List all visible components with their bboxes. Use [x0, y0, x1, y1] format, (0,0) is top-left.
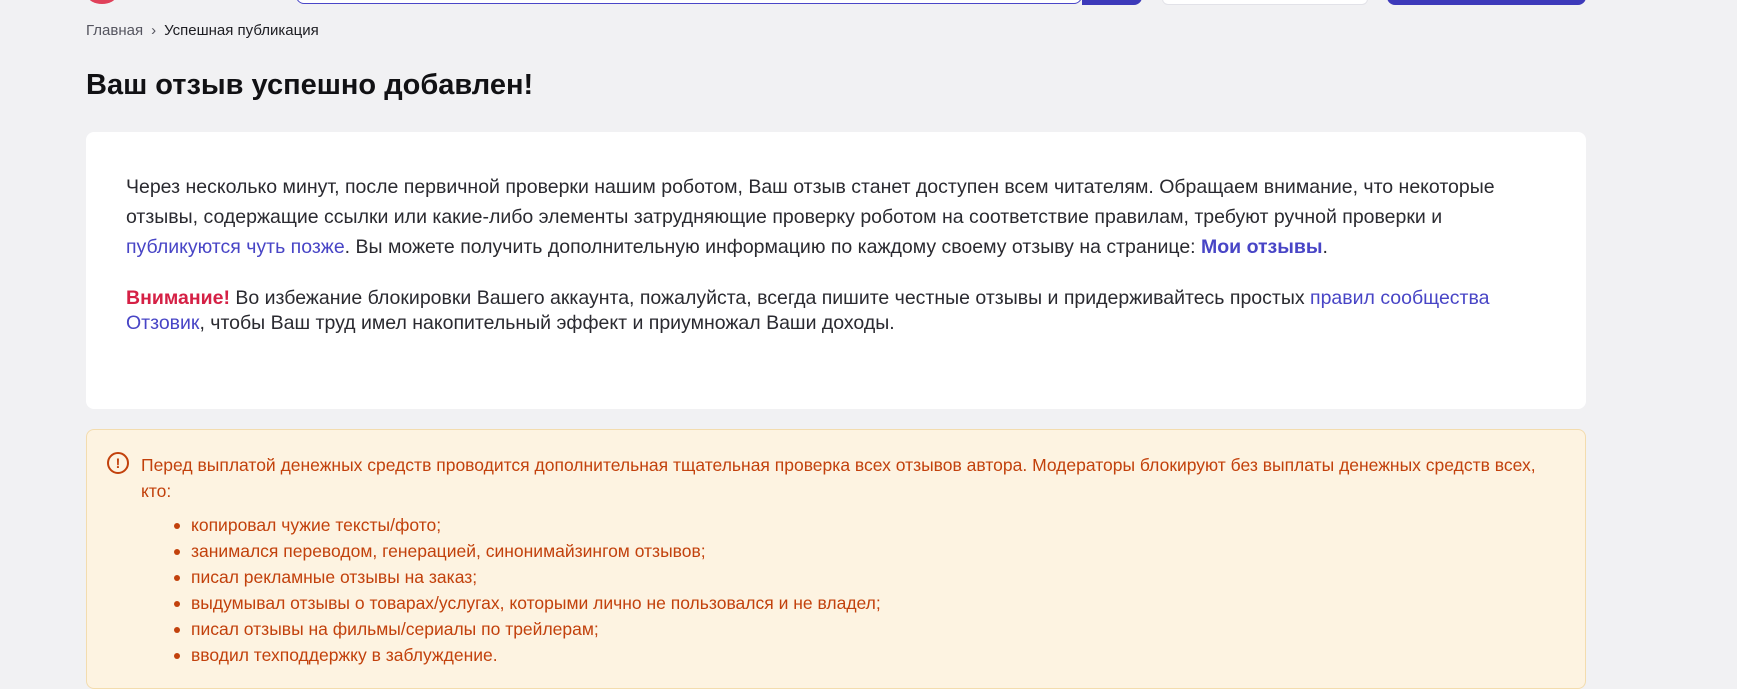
list-item: копировал чужие тексты/фото; — [174, 512, 881, 538]
list-item: писал отзывы на фильмы/сериалы по трейле… — [174, 616, 881, 642]
list-item: вводил техподдержку в заблуждение. — [174, 642, 881, 668]
breadcrumb: Главная › Успешная публикация — [86, 21, 319, 41]
site-header — [0, 0, 1737, 8]
notice-text-part-1: Во избежание блокировки Вашего аккаунта,… — [229, 287, 1311, 309]
success-message-card: Через несколько минут, после первичной п… — [86, 132, 1586, 409]
list-item: занимался переводом, генерацией, синоним… — [174, 538, 881, 564]
breadcrumb-home-link[interactable]: Главная — [86, 22, 143, 39]
attention-label: Внимание! — [126, 287, 230, 309]
list-item: выдумывал отзывы о товарах/услугах, кото… — [174, 590, 881, 616]
page-title: Ваш отзыв успешно добавлен! — [86, 69, 534, 101]
publication-info-text: Через несколько минут, после первичной п… — [126, 172, 1546, 262]
info-text-part-2: . Вы можете получить дополнительную инфо… — [344, 236, 1202, 258]
warning-text: Перед выплатой денежных средств проводит… — [141, 455, 1536, 501]
search-input[interactable] — [296, 0, 1082, 4]
breadcrumb-current: Успешная публикация — [164, 22, 319, 39]
search-button[interactable] — [1082, 0, 1142, 5]
published-later-link[interactable]: публикуются чуть позже — [126, 236, 345, 258]
exclamation-circle-icon: ! — [107, 452, 129, 474]
site-logo[interactable] — [88, 0, 116, 4]
payout-warning-box: ! Перед выплатой денежных средств провод… — [86, 429, 1586, 689]
info-text-part-1: Через несколько минут, после первичной п… — [126, 176, 1495, 228]
attention-notice: Внимание! Во избежание блокировки Вашего… — [126, 286, 1546, 336]
info-text-part-3: . — [1322, 236, 1328, 258]
header-select[interactable] — [1162, 0, 1368, 5]
violations-list: копировал чужие тексты/фото; занимался п… — [174, 512, 881, 668]
notice-text-part-2: , чтобы Ваш труд имел накопительный эффе… — [199, 312, 895, 334]
add-review-button[interactable] — [1387, 0, 1586, 5]
my-reviews-link[interactable]: Мои отзывы — [1201, 236, 1323, 258]
list-item: писал рекламные отзывы на заказ; — [174, 564, 881, 590]
breadcrumb-separator-icon: › — [151, 22, 157, 39]
